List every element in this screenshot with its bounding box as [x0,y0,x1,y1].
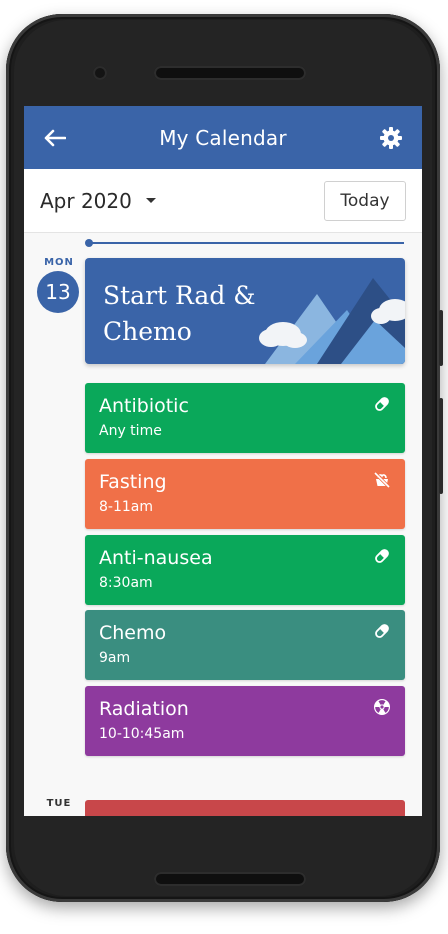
highlight-card[interactable]: Start Rad & Chemo [85,258,405,364]
event-card-anti-nausea[interactable]: Anti-nausea 8:30am [85,535,405,605]
event-card-chemo[interactable]: Chemo 9am [85,610,405,680]
date-badge: 13 [37,271,79,313]
chevron-down-icon [145,198,156,203]
arrow-left-icon[interactable] [42,125,68,151]
radiation-icon [374,699,390,715]
event-name: Antibiotic [99,395,189,417]
pill-icon [375,624,389,638]
event-name: Fasting [99,471,167,493]
event-time: 10-10:45am [99,726,185,742]
weekday-label: MON [44,257,74,268]
pill-icon [375,397,389,411]
gear-icon[interactable] [378,125,404,151]
front-camera [93,66,107,80]
bottom-speaker [154,872,306,886]
event-name: Chemo [99,622,167,644]
pill-icon [375,549,389,563]
current-time-line [90,242,404,244]
page-title: My Calendar [159,125,287,150]
mountains-clouds-illustration [259,278,405,364]
event-card-next-day[interactable] [85,800,405,816]
power-button [439,310,443,366]
month-dropdown[interactable]: Apr 2020 [40,189,156,213]
app-screen: My Calendar Apr 2020 Today MON 13 Start … [24,106,422,816]
event-name: Anti-nausea [99,547,213,569]
today-button[interactable]: Today [324,180,406,221]
event-time: Any time [99,423,162,439]
month-toolbar: Apr 2020 Today [24,169,422,233]
weekday-label: TUE [46,798,72,809]
event-time: 9am [99,650,131,666]
event-card-radiation[interactable]: Radiation 10-10:45am [85,686,405,756]
event-name: Radiation [99,698,189,720]
event-time: 8:30am [99,575,153,591]
event-time: 8-11am [99,499,153,515]
earpiece-speaker [154,66,306,80]
app-bar: My Calendar [24,106,422,169]
current-time-dot [85,239,93,247]
event-card-antibiotic[interactable]: Antibiotic Any time [85,383,405,453]
volume-button [439,398,443,494]
no-food-icon [373,471,391,489]
month-label: Apr 2020 [40,188,132,213]
event-card-fasting[interactable]: Fasting 8-11am [85,459,405,529]
